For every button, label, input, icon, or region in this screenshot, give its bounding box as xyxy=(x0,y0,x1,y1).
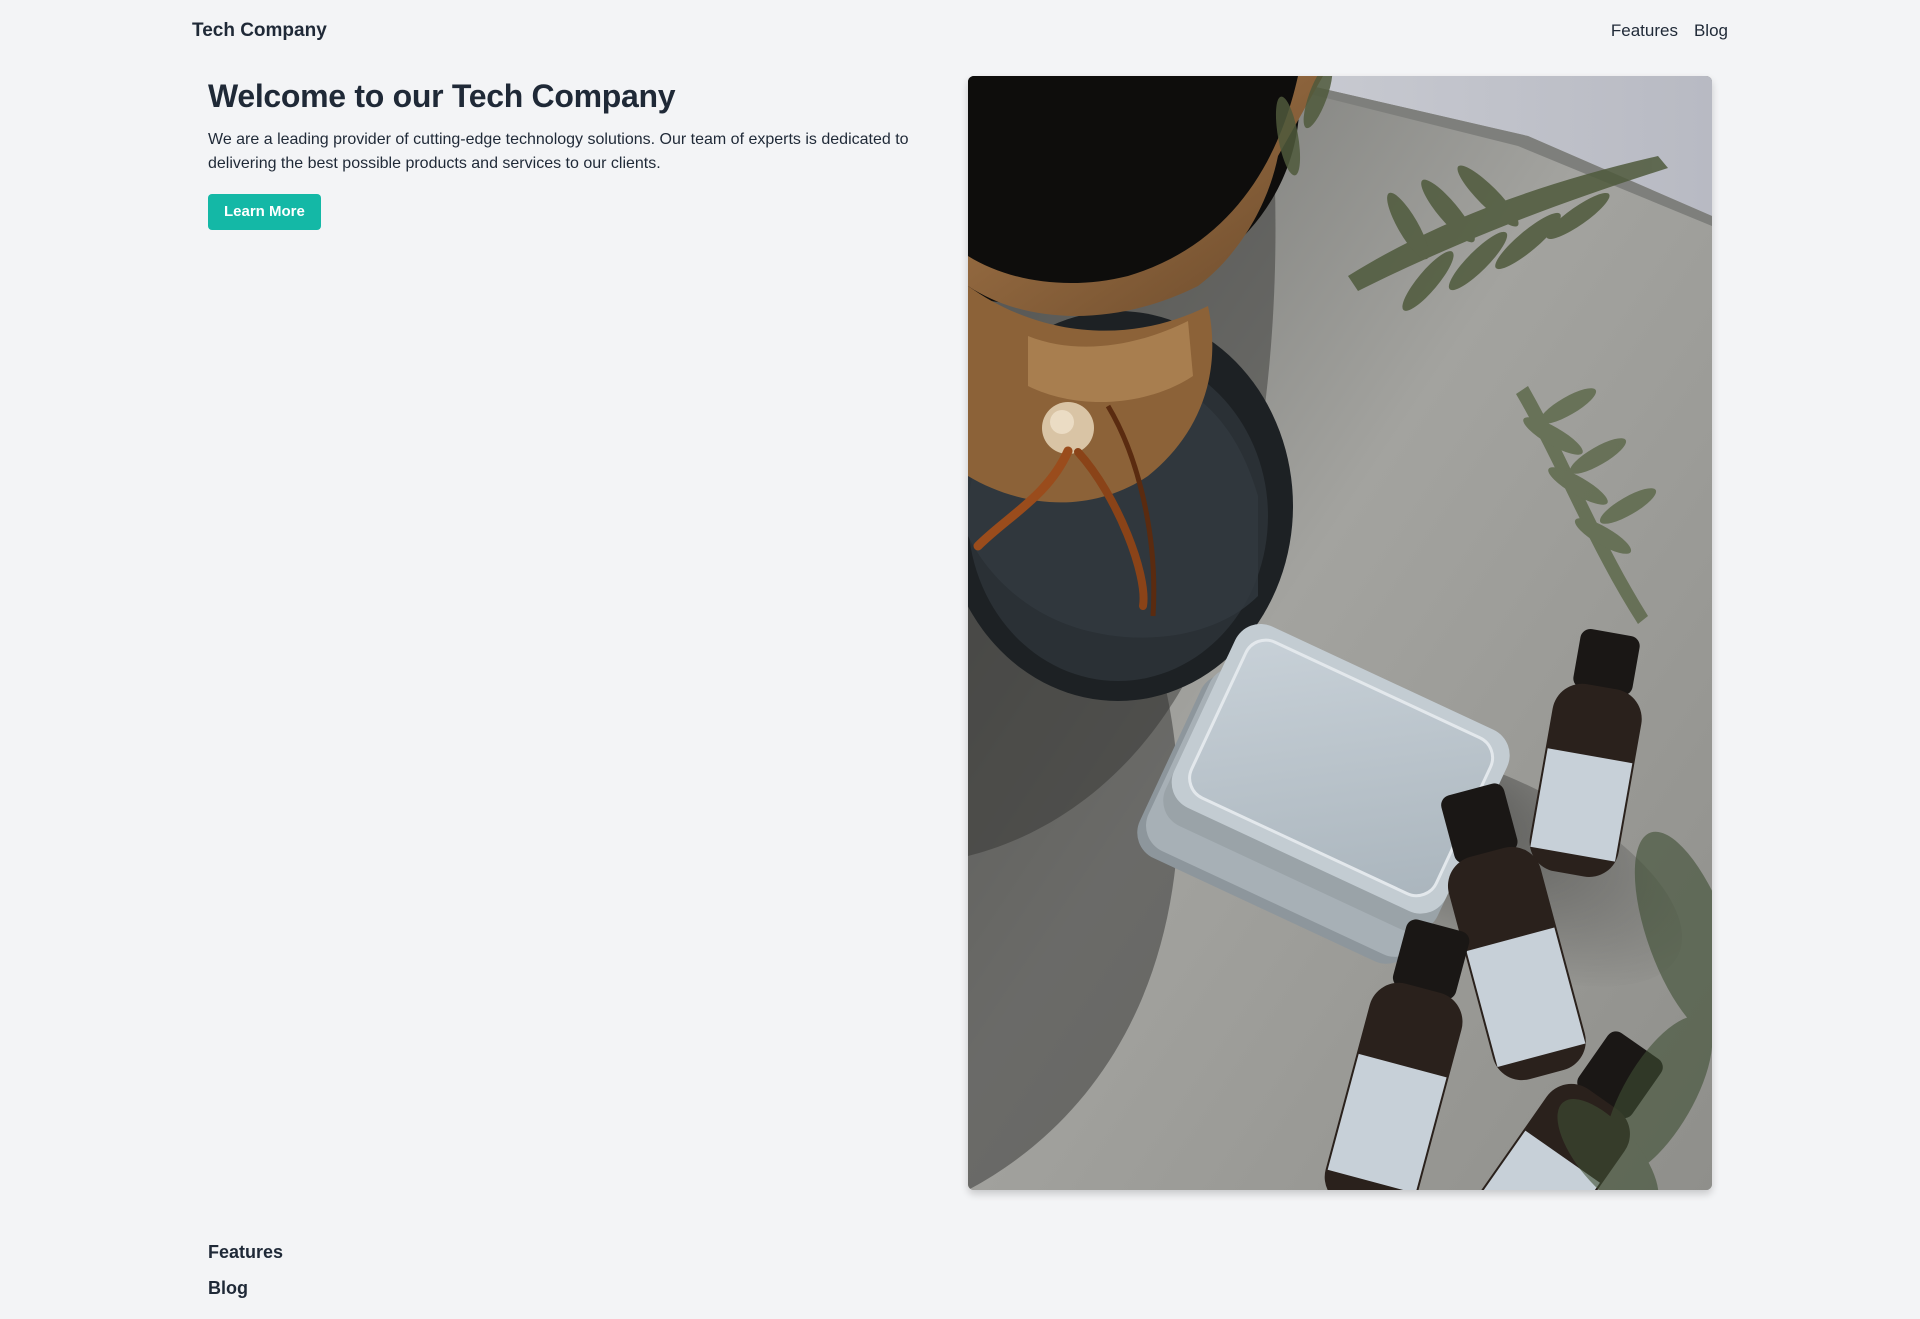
learn-more-button[interactable]: Learn More xyxy=(208,194,321,230)
footer-links: Features Blog xyxy=(208,1240,283,1312)
brand-name[interactable]: Tech Company xyxy=(192,19,327,43)
hero-section: Welcome to our Tech Company We are a lea… xyxy=(208,76,948,230)
nav-link-blog[interactable]: Blog xyxy=(1694,19,1728,43)
footer-link-blog[interactable]: Blog xyxy=(208,1276,283,1300)
top-navigation-bar: Tech Company Features Blog xyxy=(0,0,1920,62)
footer-link-features[interactable]: Features xyxy=(208,1240,283,1264)
hero-description: We are a leading provider of cutting-edg… xyxy=(208,131,909,172)
nav-link-features[interactable]: Features xyxy=(1611,19,1678,43)
hero-image xyxy=(968,76,1712,1190)
hero-title: Welcome to our Tech Company xyxy=(208,78,676,114)
top-nav-links: Features Blog xyxy=(1611,19,1728,43)
